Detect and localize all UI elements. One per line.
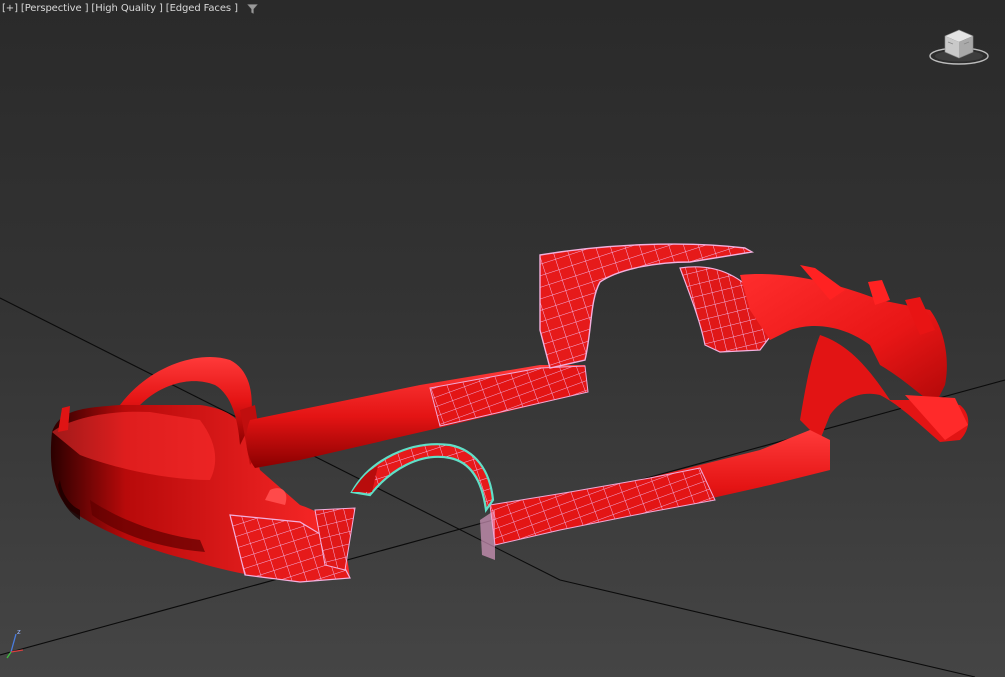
funnel-filter-icon[interactable] bbox=[246, 4, 258, 14]
viewport-label-menu: [+] [Perspective ] [High Quality ] [Edge… bbox=[2, 3, 258, 14]
right-side-skirt bbox=[480, 430, 830, 560]
world-axis-tripod-icon: z bbox=[6, 628, 24, 659]
rear-wheel-arch-selected bbox=[350, 443, 495, 513]
viewport-point-of-view-menu[interactable]: [Perspective ] bbox=[21, 3, 89, 14]
viewport-shading-menu[interactable]: [High Quality ] bbox=[91, 3, 162, 14]
front-bumper bbox=[740, 265, 969, 442]
axis-z-label: z bbox=[17, 628, 21, 636]
viewport-general-menu[interactable]: [+] bbox=[2, 3, 18, 14]
viewcube-navigation-icon[interactable] bbox=[928, 24, 990, 70]
scene-canvas[interactable] bbox=[0, 0, 1005, 677]
perspective-viewport[interactable]: [+] [Perspective ] [High Quality ] [Edge… bbox=[0, 0, 1005, 677]
grid-line bbox=[559, 579, 976, 677]
viewport-display-menu[interactable]: [Edged Faces ] bbox=[166, 3, 238, 14]
rear-quarter-panel bbox=[539, 243, 776, 369]
